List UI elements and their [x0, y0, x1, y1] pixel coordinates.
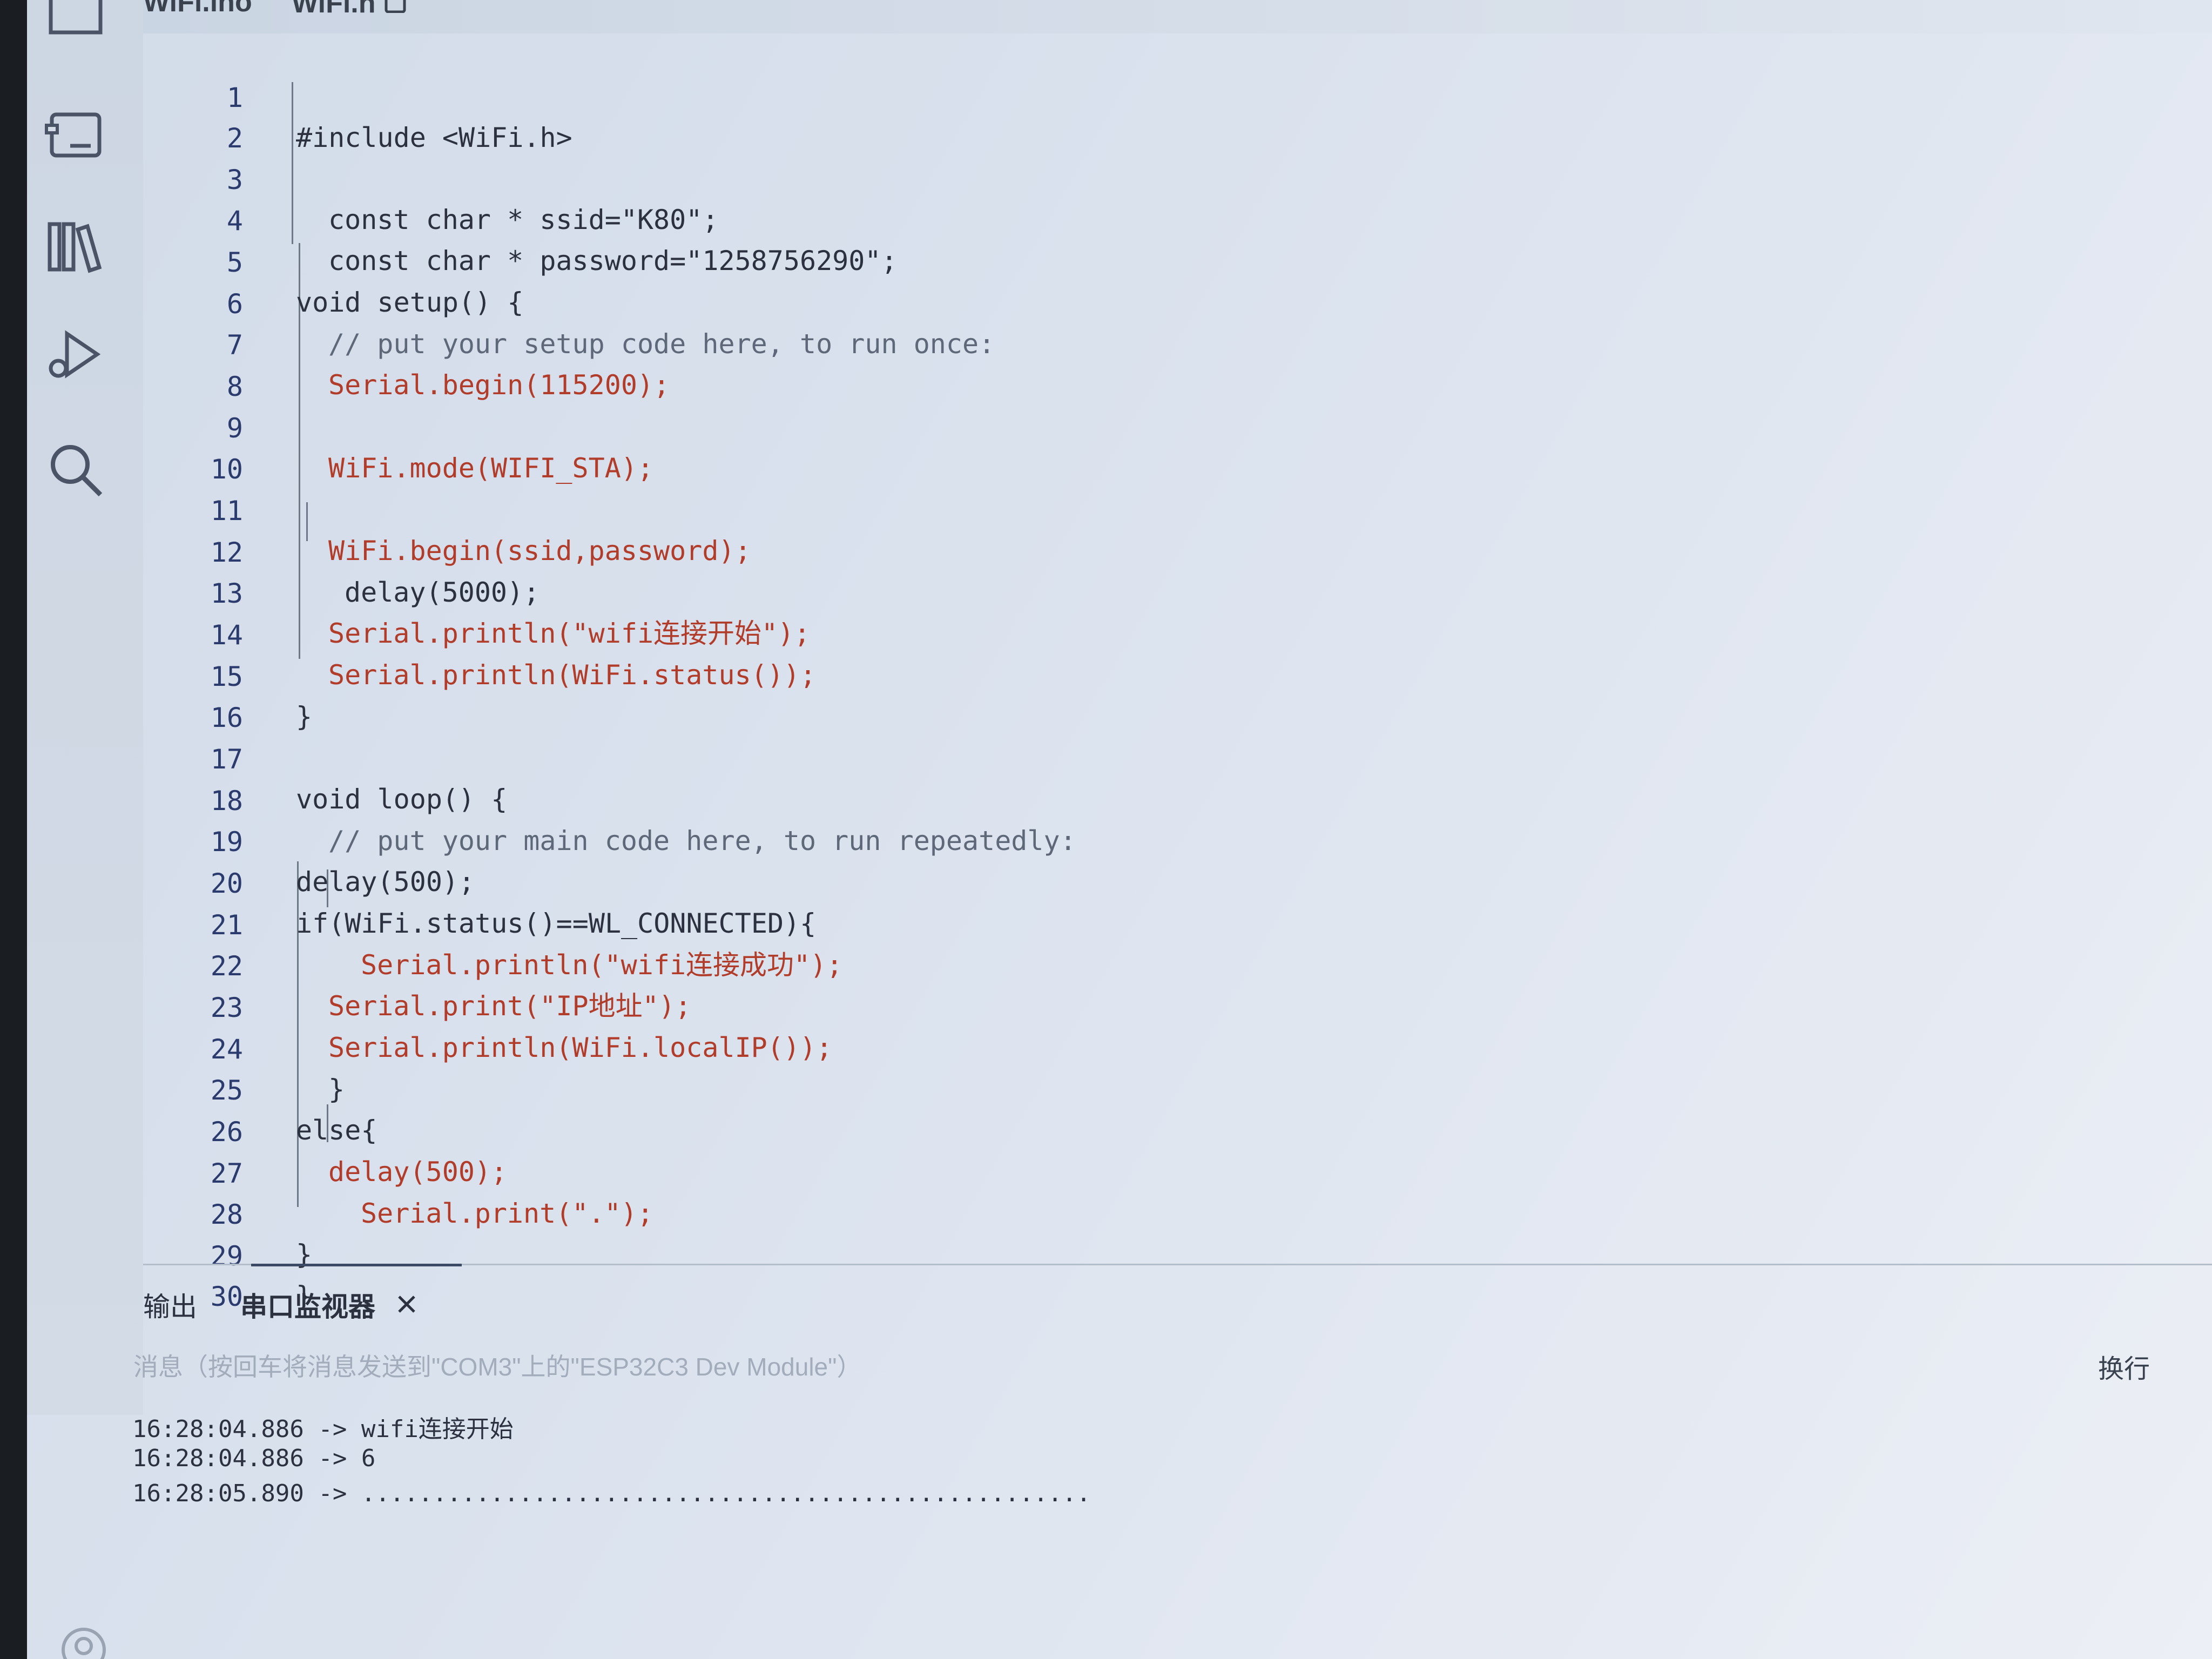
tab-serial-monitor[interactable]: 串口监视器: [240, 1285, 416, 1324]
code-line: 24 }: [143, 989, 2195, 1105]
activity-bar: [27, 0, 143, 1415]
tab-serial-monitor-label: 串口监视器: [240, 1292, 375, 1322]
serial-message-input[interactable]: [132, 1345, 2100, 1389]
tab-wifi-h-label: WiFi.h: [292, 0, 376, 19]
active-tab-indicator: [251, 1264, 462, 1266]
debug-icon[interactable]: [43, 324, 108, 389]
code-line: 25 else{: [143, 1030, 2195, 1146]
library-icon[interactable]: [43, 213, 108, 278]
code-line: 20 if(WiFi.status()==WL_CONNECTED){: [143, 824, 2195, 939]
tab-wifi-ino[interactable]: WiFi.ino: [143, 0, 252, 18]
code-line: 17 void loop() {: [143, 699, 2195, 815]
code-line: 18 // put your main code here, to run re…: [143, 741, 2195, 857]
code-line: 7 Serial.begin(115200);: [143, 285, 2195, 401]
code-line: 9 WiFi.mode(WIFI_STA);: [143, 368, 2195, 484]
code-line: 13 Serial.println("wifi连接开始");: [143, 534, 2195, 649]
code-line: 15 }: [143, 617, 2195, 732]
code-line: 19 delay(500);: [143, 782, 2195, 898]
code-line: 26 delay(500);: [143, 1072, 2195, 1188]
bottom-panel: 输出 串口监视器 换行 16:28:04.886 -> wifi连接开始 16:…: [132, 1264, 2212, 1659]
tab-wifi-h[interactable]: WiFi.h: [292, 0, 407, 20]
board-icon[interactable]: [43, 103, 108, 167]
folder-icon[interactable]: [43, 0, 108, 43]
code-line: 8: [143, 327, 2195, 402]
line-ending-select[interactable]: 换行: [2087, 1347, 2161, 1385]
code-editor[interactable]: 1 #include <WiFi.h> 2 3 const char * ssi…: [143, 38, 2212, 1312]
code-line: 27 Serial.print(".");: [143, 1114, 2195, 1229]
close-icon[interactable]: [397, 1289, 416, 1320]
tab-output[interactable]: 输出: [143, 1285, 197, 1324]
code-line: 4 const char * password="1258756290";: [143, 161, 2195, 276]
code-line: 12 delay(5000);: [143, 493, 2195, 608]
code-line: 3 const char * ssid="K80";: [143, 120, 2195, 235]
code-line: 1 #include <WiFi.h>: [143, 38, 2195, 153]
code-line: 23 Serial.println(WiFi.localIP());: [143, 948, 2195, 1063]
arduino-ide-window: WiFi.ino WiFi.h 1 #include <WiFi.h> 2 3 …: [27, 0, 2212, 1659]
editor-tab-bar: WiFi.ino WiFi.h: [27, 0, 2212, 33]
code-line: 6 // put your setup code here, to run on…: [143, 244, 2195, 360]
code-line: 5 void setup() {: [143, 203, 2195, 318]
serial-output-line: 16:28:04.886 -> wifi连接开始: [132, 1415, 514, 1443]
code-line: 16: [143, 658, 2195, 733]
serial-output-line: 16:28:04.886 -> 6: [132, 1445, 376, 1472]
account-icon[interactable]: [59, 1626, 108, 1659]
serial-output-line: 16:28:05.890 -> ........................…: [132, 1480, 1091, 1507]
code-line: 2: [143, 78, 2195, 154]
code-line: 11 WiFi.begin(ssid,password);: [143, 451, 2195, 567]
lock-icon: [383, 0, 407, 20]
code-line: 14 Serial.println(WiFi.status());: [143, 575, 2195, 691]
code-line: 22 Serial.print("IP地址");: [143, 906, 2195, 1022]
search-icon[interactable]: [43, 437, 108, 502]
code-line: 10: [143, 409, 2195, 485]
code-line: 21 Serial.println("wifi连接成功");: [143, 865, 2195, 981]
code-line: 29 }: [143, 1196, 2195, 1312]
code-line: 28 }: [143, 1155, 2195, 1270]
